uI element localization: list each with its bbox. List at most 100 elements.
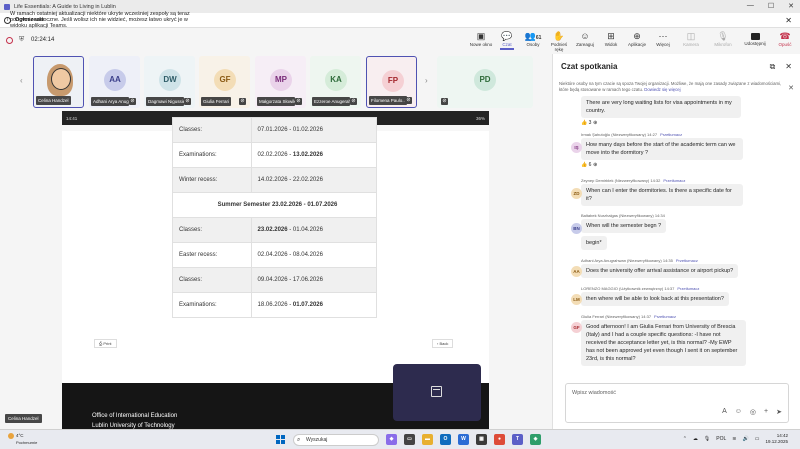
copilot-icon[interactable]: ◆ [386,434,397,445]
chat-message: There are very long waiting lists for vi… [581,96,761,126]
calendar-icon [431,386,442,397]
chat-header-actions: ⧉ ✕ [770,62,792,72]
meeting-toolbar: ⛨ 02:24:14 ▣ Nowe okno 💬 Czat 👥61 Osoby … [0,28,800,54]
outlook-icon[interactable]: O [440,434,451,445]
minimize-button[interactable]: — [747,2,754,10]
chat-title: Czat spotkania [561,62,618,71]
reaction-badge[interactable]: 👍 6 [581,162,591,168]
participant-tile-0[interactable]: Celina Handzel [33,56,84,108]
raise-hand-icon: ✋ [553,31,565,41]
apps-button[interactable]: ⊕ Aplikacje [624,31,650,52]
participant-tile-2[interactable]: DW Dagmawi Nigussie ... ⊘ [144,56,195,108]
weather-condition: Pochmurnie [16,440,38,445]
close-announcement-button[interactable]: ✕ [785,16,792,25]
leave-button[interactable]: ☎ Opuść [770,31,800,52]
phone-hangup-icon: ☎ [779,31,791,41]
translate-link[interactable]: Przetłumacz [660,132,682,137]
participant-tile-6[interactable]: FP Filomena Paulo... ⊘ [366,56,417,108]
popout-icon[interactable]: ⧉ [770,62,776,72]
semester-header: Summer Semester 23.02.2026 - 01.07.2026 [172,192,377,218]
row-value: 14.02.2026 - 22.02.2026 [250,167,378,193]
task-view-icon[interactable]: ▭ [404,434,415,445]
print-button[interactable]: ⎙ Print [94,339,117,348]
participant-name: Filomena Paulo... [369,96,407,105]
format-icon[interactable]: A [722,408,727,416]
wifi-icon[interactable]: ≋ [732,436,736,442]
participant-avatar: DW [159,69,181,91]
dismiss-notice-icon[interactable]: ✕ [788,84,794,92]
new-window-button[interactable]: ▣ Nowe okno [468,31,494,52]
tray-chevron-icon[interactable]: ⌃ [683,436,687,442]
people-icon: 👥61 [524,31,542,41]
compose-actions: A ☺ ◎ + ➤ [722,408,782,416]
start-button[interactable] [276,435,285,444]
chat-panel: Czat spotkania ⧉ ✕ Niektóre osoby na tym… [552,54,800,429]
translate-link[interactable]: Przetłumacz [654,314,676,319]
participant-tile-5[interactable]: KA Ezzeroe Anugerah... ⊘ [310,56,361,108]
attach-icon[interactable]: + [764,408,768,416]
share-button[interactable]: Udostępnij [740,31,770,52]
cloud-sync-icon[interactable]: ☁ [693,436,698,442]
back-button[interactable]: ‹ Back [432,339,454,348]
app-icon[interactable]: ◈ [530,434,541,445]
mic-tray-icon[interactable]: 🎙 [704,436,710,442]
volume-icon[interactable]: 🔊 [743,436,749,442]
participant-tile-1[interactable]: AA Adhani Arya Anugr... ⊘ [89,56,140,108]
chat-button[interactable]: 💬 Czat [494,31,520,52]
microphone-button[interactable]: 🎙 Mikrofon [706,31,740,52]
close-window-button[interactable]: ✕ [788,2,794,10]
file-explorer-icon[interactable]: ▬ [422,434,433,445]
shield-icon: ⛨ [19,36,25,43]
share-label: Udostępnij [744,41,766,46]
weather-widget[interactable]: 4°C Pochmurnie [8,433,37,445]
mic-muted-icon: ⊘ [295,98,302,105]
view-button[interactable]: ⊞ Widok [598,31,624,52]
mic-muted-icon: ⊘ [441,98,448,105]
message-text: Does the university offer arrival assist… [581,264,739,278]
strip-prev-arrow-icon[interactable]: ‹ [20,76,23,85]
self-view-label: Celina Handzel [5,414,42,423]
sticker-icon[interactable]: ◎ [750,408,756,416]
translate-link[interactable]: Przetłumacz [663,178,685,183]
send-icon[interactable]: ➤ [776,408,782,416]
camera-button[interactable]: ◫ Kamera [676,31,706,52]
external-notice: Niektóre osoby na tym czacie są spoza Tw… [559,81,782,92]
emoji-icon[interactable]: ☺ [735,408,742,416]
message-list: There are very long waiting lists for vi… [553,94,800,369]
word-icon[interactable]: W [458,434,469,445]
raise-hand-button[interactable]: ✋ Podnieś rękę [546,31,572,52]
maximize-button[interactable]: ☐ [768,2,774,10]
add-reaction-icon[interactable]: ⊕ [593,162,597,168]
store-icon[interactable]: ▦ [476,434,487,445]
strip-next-arrow-icon[interactable]: › [425,76,428,85]
battery-icon[interactable]: ▭ [755,436,760,442]
close-chat-icon[interactable]: ✕ [785,62,792,72]
add-reaction-icon[interactable]: ⊕ [593,120,597,126]
chrome-icon[interactable]: ● [494,434,505,445]
share-icon [750,33,760,40]
new-window-icon: ▣ [476,31,486,41]
learn-more-link[interactable]: Dowiedz się więcej [644,87,680,92]
participant-tile-7[interactable]: PD ⊘ [437,56,533,108]
participant-name: Małgorzata Słowik [257,97,295,106]
more-button[interactable]: ⋯ Więcej [650,31,676,52]
row-label: Classes: [172,217,252,243]
translate-link[interactable]: Przetłumacz [676,258,698,263]
participant-name: Dagmawi Nigussie ... [146,97,184,106]
clock[interactable]: 14:42 19.12.2025 [765,433,788,445]
people-button[interactable]: 👥61 Osoby [520,31,546,52]
teams-icon[interactable]: T [512,434,523,445]
message-compose-box[interactable]: Wpisz wiadomość A ☺ ◎ + ➤ [565,383,789,423]
taskbar-search[interactable]: Wyszukaj [293,434,379,446]
language-indicator[interactable]: POL [716,436,726,442]
participant-tile-3[interactable]: GF Giulia Ferrari ⊘ [199,56,250,108]
translate-link[interactable]: Przetłumacz [677,286,699,291]
react-button[interactable]: ☺ Zareaguj [572,31,598,52]
calendar-popup[interactable] [393,364,481,421]
chat-message: LORENZO MAGGIO (Użytkownik zewnętrzny) 1… [571,286,761,306]
reaction-badge[interactable]: 👍 3 [581,120,591,126]
system-tray: ⌃ ☁ 🎙 POL ≋ 🔊 ▭ 14:42 19.12.2025 [683,433,788,445]
participant-name: Ezzeroe Anugerah... [312,97,350,106]
phone-battery: 36% [475,115,485,121]
participant-tile-4[interactable]: MP Małgorzata Słowik ⊘ [255,56,306,108]
